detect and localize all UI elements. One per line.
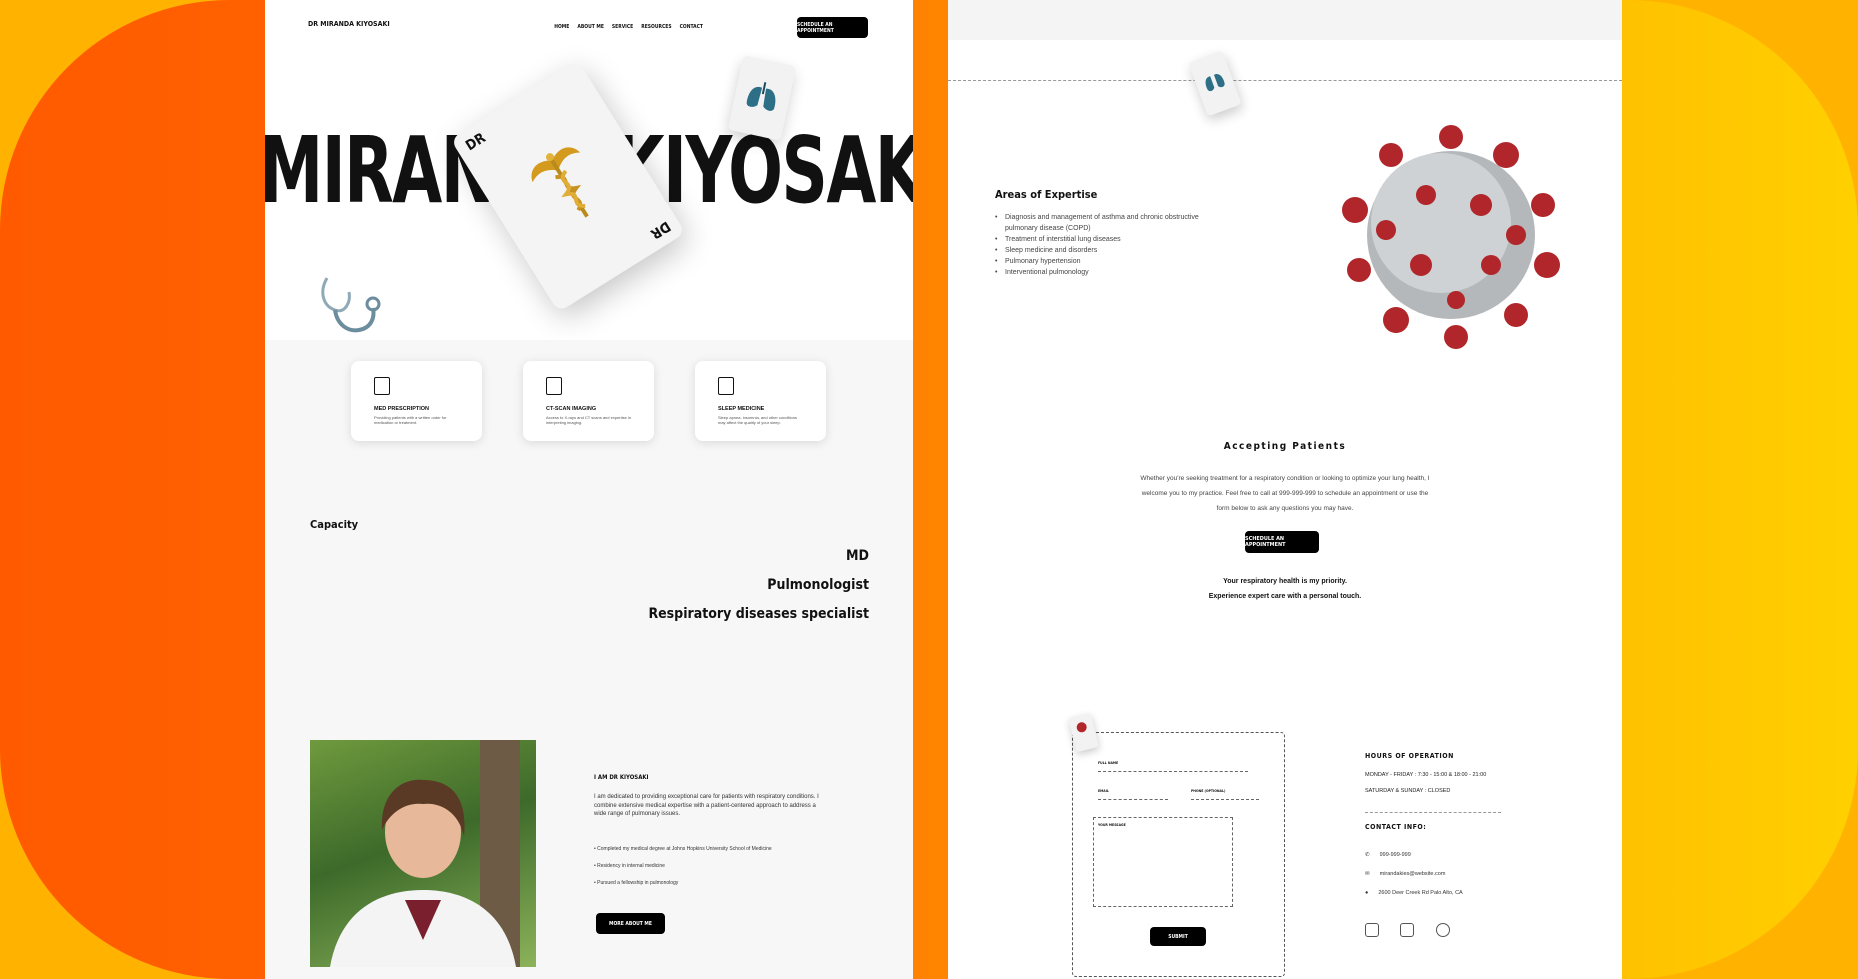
- contact-address[interactable]: ● 2600 Deer Creek Rd Palo Alto, CA: [1365, 890, 1463, 896]
- schedule-appointment-button[interactable]: SCHEDULE AN APPOINTMENT: [1245, 531, 1319, 553]
- capacity-item: MD: [846, 548, 869, 564]
- capacity-item: Pulmonologist: [767, 577, 869, 593]
- homepage-preview: DR MIRANDA KIYOSAKI HOME ABOUT ME SERVIC…: [265, 0, 913, 979]
- service-title: SLEEP MEDICINE: [718, 406, 765, 412]
- areas-title: Areas of Expertise: [995, 188, 1098, 201]
- service-desc: Sleep apnea, insomnia, and other conditi…: [718, 415, 797, 426]
- submit-button[interactable]: SUBMIT: [1150, 927, 1206, 946]
- lungs-card-small: [1188, 50, 1242, 117]
- more-about-me-button[interactable]: MORE ABOUT ME: [596, 913, 665, 934]
- about-bullet: • Completed my medical degree at Johns H…: [594, 846, 772, 852]
- dashed-divider: [948, 80, 1622, 81]
- nav-about[interactable]: ABOUT ME: [577, 24, 604, 30]
- service-desc: Access to X-rays and CT scans and expert…: [546, 415, 632, 426]
- capacity-title: Capacity: [310, 518, 359, 531]
- contact-email[interactable]: ✉ mirandakies@website.com: [1365, 871, 1445, 877]
- sleep-monitor-icon: [718, 377, 734, 395]
- area-item: Pulmonary hypertension: [995, 256, 1205, 267]
- message-label: YOUR MESSAGE: [1098, 823, 1126, 827]
- message-textarea[interactable]: YOUR MESSAGE: [1093, 817, 1233, 907]
- service-title: MED PRESCRIPTION: [374, 406, 430, 412]
- expertise-contact-preview: Areas of Expertise Diagnosis and managem…: [948, 0, 1622, 979]
- hours-title: HOURS OF OPERATION: [1365, 752, 1454, 760]
- portrait-illustration: [330, 740, 520, 967]
- lungs-icon: [1205, 74, 1225, 92]
- service-card-sleep[interactable]: SLEEP MEDICINE Sleep apnea, insomnia, an…: [695, 361, 826, 441]
- areas-list: Diagnosis and management of asthma and c…: [995, 212, 1205, 278]
- about-title: I AM DR KIYOSAKI: [594, 774, 649, 781]
- card-corner-label: DR: [463, 130, 489, 155]
- caduceus-icon: [531, 147, 589, 218]
- card-corner-label-inverted: DR: [647, 217, 673, 242]
- full-name-label: FULL NAME: [1098, 761, 1119, 765]
- stethoscope-icon: [321, 277, 381, 333]
- pinterest-icon[interactable]: [1436, 923, 1450, 937]
- nav-home[interactable]: HOME: [554, 24, 569, 30]
- contact-phone[interactable]: ✆ 999-999-999: [1365, 852, 1411, 858]
- area-item: Sleep medicine and disorders: [995, 245, 1205, 256]
- virus-illustration: [1342, 125, 1560, 349]
- linkedin-icon[interactable]: [1400, 923, 1414, 937]
- capacity-item: Respiratory diseases specialist: [648, 606, 869, 622]
- capacity-list: MD Pulmonologist Respiratory diseases sp…: [648, 542, 869, 629]
- instagram-icon[interactable]: [1365, 923, 1379, 937]
- area-item: Treatment of interstitial lung diseases: [995, 234, 1205, 245]
- email-input[interactable]: [1098, 799, 1168, 800]
- caduceus-card: DR DR: [450, 59, 686, 313]
- contact-title: CONTACT INFO:: [1365, 823, 1427, 831]
- service-card-prescription[interactable]: MED PRESCRIPTION Providing patients with…: [351, 361, 482, 441]
- schedule-appointment-button[interactable]: SCHEDULE AN APPOINTMENT: [797, 17, 868, 38]
- location-icon: ●: [1365, 890, 1369, 896]
- about-text: I am dedicated to providing exceptional …: [594, 794, 819, 818]
- hours-line: SATURDAY & SUNDAY : CLOSED: [1365, 788, 1451, 794]
- service-card-ct-scan[interactable]: CT-SCAN IMAGING Access to X-rays and CT …: [523, 361, 654, 441]
- full-name-input[interactable]: [1098, 771, 1248, 772]
- priority-line: Your respiratory health is my priority.: [1223, 578, 1347, 585]
- phone-label: PHONE (OPTIONAL): [1191, 789, 1226, 793]
- area-item: Interventional pulmonology: [995, 267, 1205, 278]
- email-label: EMAIL: [1098, 789, 1109, 793]
- dashed-divider: [1365, 812, 1501, 813]
- header-strip: [948, 0, 1622, 40]
- accepting-title: Accepting Patients: [1223, 441, 1347, 452]
- mail-icon: ✉: [1365, 871, 1370, 877]
- nav-contact[interactable]: CONTACT: [680, 24, 703, 30]
- service-desc: Providing patients with a written order …: [374, 415, 447, 426]
- ct-scan-icon: [546, 377, 562, 395]
- priority-line: Experience expert care with a personal t…: [1208, 593, 1362, 600]
- phone-icon: ✆: [1365, 852, 1370, 858]
- prescription-icon: [374, 377, 390, 395]
- service-title: CT-SCAN IMAGING: [546, 406, 597, 412]
- contact-form: FULL NAME EMAIL PHONE (OPTIONAL) YOUR ME…: [1072, 732, 1285, 977]
- nav-service[interactable]: SERVICE: [612, 24, 633, 30]
- priority-statement: Your respiratory health is my priority. …: [948, 574, 1622, 604]
- main-nav: HOME ABOUT ME SERVICE RESOURCES CONTACT: [554, 24, 703, 30]
- accepting-text: Whether you're seeking treatment for a r…: [1140, 475, 1430, 512]
- doctor-portrait: [310, 740, 536, 967]
- brand-logo[interactable]: DR MIRANDA KIYOSAKI: [308, 20, 390, 28]
- area-item: Diagnosis and management of asthma and c…: [995, 212, 1205, 234]
- nav-resources[interactable]: RESOURCES: [641, 24, 671, 30]
- phone-input[interactable]: [1191, 799, 1259, 800]
- about-bullet: • Pursued a fellowship in pulmonology: [594, 880, 679, 886]
- hours-line: MONDAY - FRIDAY : 7:30 - 15:00 & 18:00 -…: [1365, 772, 1487, 778]
- about-bullet: • Residency in internal medicine: [594, 863, 665, 869]
